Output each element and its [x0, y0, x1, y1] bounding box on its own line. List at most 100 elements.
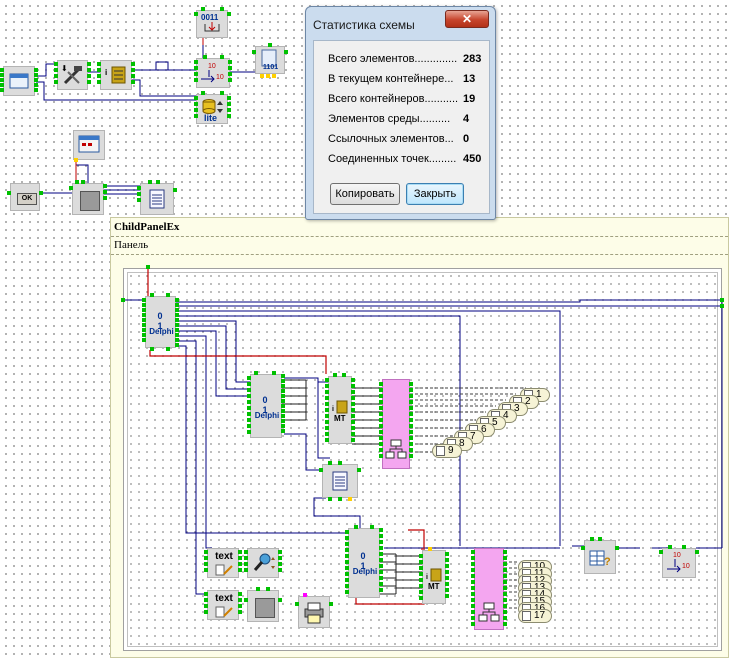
connection-pin[interactable] — [272, 74, 276, 78]
connection-pin[interactable] — [419, 566, 423, 570]
connection-pin[interactable] — [445, 564, 449, 568]
connection-pin[interactable] — [238, 598, 242, 602]
connection-pin[interactable] — [325, 384, 329, 388]
connection-pin[interactable] — [260, 74, 264, 78]
connection-pin[interactable] — [325, 432, 329, 436]
connection-pin[interactable] — [419, 578, 423, 582]
connection-pin[interactable] — [137, 198, 141, 202]
connection-pin[interactable] — [204, 598, 208, 602]
connection-pin[interactable] — [204, 550, 208, 554]
connection-pin[interactable] — [75, 180, 79, 184]
connection-pin[interactable] — [175, 328, 179, 332]
connection-pin[interactable] — [379, 430, 383, 434]
connection-pin[interactable] — [409, 424, 413, 428]
connection-pin[interactable] — [227, 102, 231, 106]
connection-pin[interactable] — [409, 418, 413, 422]
connection-pin[interactable] — [204, 568, 208, 572]
connection-pin[interactable] — [278, 562, 282, 566]
connection-pin[interactable] — [247, 376, 251, 380]
connection-pin[interactable] — [87, 80, 91, 84]
connection-pin[interactable] — [471, 616, 475, 620]
connection-pin[interactable] — [247, 400, 251, 404]
connection-pin[interactable] — [247, 406, 251, 410]
connection-pin[interactable] — [419, 554, 423, 558]
connection-pin[interactable] — [379, 570, 383, 574]
connection-pin[interactable] — [227, 114, 231, 118]
connection-pin[interactable] — [471, 556, 475, 560]
connection-pin[interactable] — [409, 412, 413, 416]
connection-pin[interactable] — [379, 588, 383, 592]
connection-pin[interactable] — [194, 12, 198, 16]
connection-pin[interactable] — [252, 50, 256, 54]
connection-pin[interactable] — [351, 426, 355, 430]
connection-pin[interactable] — [379, 394, 383, 398]
connection-pin[interactable] — [137, 186, 141, 190]
connection-pin[interactable] — [142, 313, 146, 317]
connection-pin[interactable] — [272, 371, 276, 375]
connection-pin[interactable] — [97, 80, 101, 84]
connection-pin[interactable] — [354, 525, 358, 529]
connection-pin[interactable] — [409, 436, 413, 440]
connection-pin[interactable] — [175, 313, 179, 317]
connection-pin[interactable] — [121, 298, 125, 302]
connection-pin[interactable] — [194, 108, 198, 112]
connection-pin[interactable] — [266, 587, 270, 591]
connection-pin[interactable] — [103, 196, 107, 200]
connection-pin[interactable] — [281, 399, 285, 403]
connection-pin[interactable] — [150, 347, 154, 351]
connection-pin[interactable] — [142, 328, 146, 332]
connection-pin[interactable] — [325, 378, 329, 382]
connection-pin[interactable] — [471, 604, 475, 608]
connection-pin[interactable] — [39, 191, 43, 195]
connection-pin[interactable] — [201, 91, 205, 95]
connection-pin[interactable] — [284, 50, 288, 54]
connection-pin[interactable] — [81, 180, 85, 184]
connection-pin[interactable] — [351, 420, 355, 424]
connection-pin[interactable] — [409, 448, 413, 452]
connection-pin[interactable] — [329, 602, 333, 606]
connection-pin[interactable] — [146, 265, 150, 269]
connection-pin[interactable] — [227, 12, 231, 16]
statistics-dialog[interactable]: Статистика схемы ✕ Всего элементов......… — [305, 6, 496, 220]
connection-pin[interactable] — [295, 602, 299, 606]
connection-pin[interactable] — [351, 402, 355, 406]
connection-pin[interactable] — [471, 562, 475, 566]
connection-pin[interactable] — [54, 80, 58, 84]
connection-pin[interactable] — [503, 616, 507, 620]
connection-pin[interactable] — [409, 430, 413, 434]
connection-pin[interactable] — [142, 333, 146, 337]
connection-pin[interactable] — [227, 96, 231, 100]
connection-pin[interactable] — [379, 528, 383, 532]
connection-pin[interactable] — [345, 542, 349, 546]
connection-pin[interactable] — [247, 424, 251, 428]
connection-pin[interactable] — [201, 7, 205, 11]
connection-pin[interactable] — [278, 556, 282, 560]
connection-pin[interactable] — [419, 584, 423, 588]
connection-pin[interactable] — [238, 604, 242, 608]
connection-pin[interactable] — [720, 304, 724, 308]
connection-pin[interactable] — [503, 556, 507, 560]
connection-pin[interactable] — [34, 88, 38, 92]
connection-pin[interactable] — [87, 74, 91, 78]
connection-pin[interactable] — [503, 598, 507, 602]
connection-pin[interactable] — [303, 593, 307, 597]
connection-pin[interactable] — [175, 318, 179, 322]
connection-pin[interactable] — [659, 550, 663, 554]
connection-pin[interactable] — [409, 388, 413, 392]
connection-pin[interactable] — [419, 590, 423, 594]
connection-pin[interactable] — [204, 610, 208, 614]
connection-pin[interactable] — [379, 406, 383, 410]
connection-pin[interactable] — [325, 426, 329, 430]
connection-pin[interactable] — [203, 55, 207, 59]
connection-pin[interactable] — [244, 562, 248, 566]
connection-pin[interactable] — [281, 374, 285, 378]
connection-pin[interactable] — [503, 562, 507, 566]
connection-pin[interactable] — [228, 66, 232, 70]
connection-pin[interactable] — [175, 338, 179, 342]
connection-pin[interactable] — [150, 293, 154, 297]
connection-pin[interactable] — [175, 298, 179, 302]
connection-pin[interactable] — [278, 568, 282, 572]
connection-pin[interactable] — [131, 62, 135, 66]
connection-pin[interactable] — [409, 406, 413, 410]
connection-pin[interactable] — [379, 418, 383, 422]
